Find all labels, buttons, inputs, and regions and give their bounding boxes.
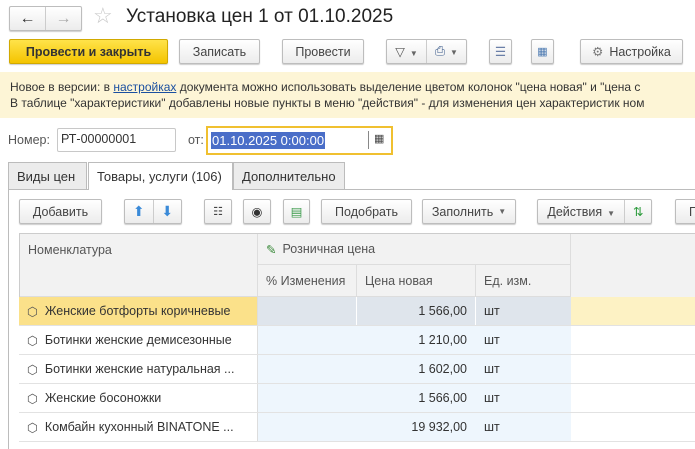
forward-button[interactable]: →	[46, 10, 81, 28]
col-unit[interactable]: Ед. изм.	[476, 265, 571, 297]
cell-name[interactable]: ⬡ Ботинки женские натуральная ...	[19, 355, 258, 383]
barcode-search-icon[interactable]: ☷	[204, 199, 232, 224]
col-group-retail-price: ✎ Розничная цена	[258, 234, 571, 265]
create-based-button[interactable]: ▽ ▼	[387, 44, 426, 59]
price-edit-icon: ✎	[266, 242, 277, 257]
product-box-icon: ⬡	[27, 420, 38, 435]
cell-name[interactable]: ⬡ Ботинки женские демисезонные	[19, 326, 258, 354]
cell-price[interactable]: 19 932,00	[357, 413, 476, 441]
cell-extra[interactable]	[571, 413, 695, 441]
post-and-close-button[interactable]: Провести и закрыть	[9, 39, 168, 64]
info-banner: Новое в версии: в настройках документа м…	[0, 72, 695, 118]
table-row[interactable]: ⬡ Женские босоножки 1 566,00 шт	[19, 384, 695, 413]
cell-name[interactable]: ⬡ Комбайн кухонный BINATONE ...	[19, 413, 258, 441]
cell-price[interactable]: 1 210,00	[357, 326, 476, 354]
cell-price[interactable]: 1 566,00	[357, 384, 476, 412]
gear-icon: ⚙	[592, 45, 604, 59]
pick-button[interactable]: Подобрать	[321, 199, 412, 224]
move-group: ⬆ ⬇	[124, 199, 182, 224]
save-button[interactable]: Записать	[179, 39, 260, 64]
cell-extra[interactable]	[571, 326, 695, 354]
cell-percent[interactable]	[258, 413, 357, 441]
settings-button[interactable]: ⚙ Настройка	[580, 39, 683, 64]
cell-extra[interactable]	[571, 384, 695, 412]
structure-icon[interactable]: ▦	[531, 39, 554, 64]
print-button[interactable]: ⎙ ▼	[427, 44, 466, 59]
cell-unit[interactable]: шт	[476, 384, 571, 412]
eye-icon[interactable]: ◉	[243, 199, 271, 224]
cell-percent[interactable]	[258, 355, 357, 383]
col-new-price[interactable]: Цена новая	[357, 265, 476, 297]
product-box-icon: ⬡	[27, 304, 38, 319]
cell-unit[interactable]: шт	[476, 326, 571, 354]
post-button[interactable]: Провести	[282, 39, 364, 64]
number-label: Номер:	[8, 133, 50, 147]
triangle-icon: ▽	[395, 45, 405, 59]
cell-price[interactable]: 1 602,00	[357, 355, 476, 383]
cell-percent[interactable]	[258, 326, 357, 354]
product-box-icon: ⬡	[27, 362, 38, 377]
back-button[interactable]: ←	[10, 10, 45, 28]
cell-percent[interactable]	[258, 297, 357, 325]
table-row[interactable]: ⬡ Ботинки женские натуральная ... 1 602,00…	[19, 355, 695, 384]
star-icon[interactable]: ☆	[93, 3, 113, 29]
create-print-group: ▽ ▼ ⎙ ▼	[386, 39, 467, 64]
move-down-icon[interactable]: ⬇	[154, 203, 182, 220]
list-icon[interactable]: ☰	[489, 39, 512, 64]
cell-name[interactable]: ⬡ Женские ботфорты коричневые	[19, 297, 258, 325]
table-row[interactable]: ⬡ Комбайн кухонный BINATONE ... 19 932,00 ш…	[19, 413, 695, 442]
date-label: от:	[188, 133, 204, 147]
number-input[interactable]: РТ-00000001	[57, 128, 176, 152]
product-box-icon: ⬡	[27, 391, 38, 406]
add-button[interactable]: Добавить	[19, 199, 102, 224]
move-up-icon[interactable]: ⬆	[125, 203, 153, 220]
price-change-icon[interactable]: ⇅	[625, 204, 651, 219]
calendar-icon[interactable]: ▦	[374, 132, 384, 145]
cell-unit[interactable]: шт	[476, 413, 571, 441]
nav-buttons: ← →	[9, 6, 82, 31]
actions-button[interactable]: Действия ▼	[538, 205, 624, 219]
actions-group: Действия ▼ ⇅	[537, 199, 652, 224]
cell-unit[interactable]: шт	[476, 297, 571, 325]
table-row[interactable]: ⬡ Женские ботфорты коричневые 1 566,00 шт	[19, 297, 695, 326]
table-row[interactable]: ⬡ Ботинки женские демисезонные 1 210,00 шт	[19, 326, 695, 355]
fill-button[interactable]: Заполнить ▼	[422, 199, 516, 224]
settings-link[interactable]: настройках	[113, 80, 176, 94]
col-percent-change[interactable]: % Изменения	[258, 265, 357, 297]
cell-unit[interactable]: шт	[476, 355, 571, 383]
table-fill-icon[interactable]: ▤	[283, 199, 310, 224]
tab-goods-services[interactable]: Товары, услуги (106)	[88, 162, 233, 190]
printer-icon: ⎙	[435, 44, 446, 58]
tab-additional[interactable]: Дополнительно	[233, 162, 345, 189]
cell-price[interactable]: 1 566,00	[357, 297, 476, 325]
more-button[interactable]: П	[675, 199, 695, 224]
cell-percent[interactable]	[258, 384, 357, 412]
cell-name[interactable]: ⬡ Женские босоножки	[19, 384, 258, 412]
cell-extra[interactable]	[571, 355, 695, 383]
product-box-icon: ⬡	[27, 333, 38, 348]
chevron-down-icon: ▼	[498, 207, 507, 216]
cell-extra[interactable]	[571, 297, 695, 325]
tab-price-types[interactable]: Виды цен	[8, 162, 87, 189]
date-input[interactable]: 01.10.2025 0:00:00 ▦	[206, 126, 393, 155]
page-title: Установка цен 1 от 01.10.2025	[126, 6, 394, 27]
col-nomenclature[interactable]: Номенклатура	[20, 234, 258, 297]
